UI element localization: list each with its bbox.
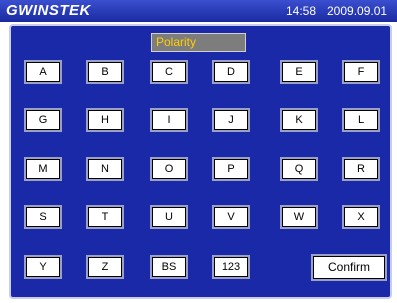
brand-logo: GWINSTEK <box>6 2 91 19</box>
clock-time: 14:58 <box>286 4 317 18</box>
key-y[interactable]: Y <box>26 257 60 277</box>
key-z[interactable]: Z <box>88 257 122 277</box>
key-m[interactable]: M <box>26 159 60 179</box>
key-c[interactable]: C <box>152 62 186 82</box>
key-e[interactable]: E <box>282 62 316 82</box>
key-bs[interactable]: BS <box>152 257 186 277</box>
key-o[interactable]: O <box>152 159 186 179</box>
key-u[interactable]: U <box>152 207 186 227</box>
title-bar: GWINSTEK 14:58 2009.09.01 <box>0 0 397 22</box>
key-h[interactable]: H <box>88 110 122 130</box>
key-q[interactable]: Q <box>282 159 316 179</box>
key-g[interactable]: G <box>26 110 60 130</box>
key-f[interactable]: F <box>344 62 378 82</box>
key-j[interactable]: J <box>214 110 248 130</box>
key-l[interactable]: L <box>344 110 378 130</box>
key-d[interactable]: D <box>214 62 248 82</box>
key-123[interactable]: 123 <box>214 257 248 277</box>
confirm-button[interactable]: Confirm <box>313 256 385 279</box>
key-i[interactable]: I <box>152 110 186 130</box>
text-input-field[interactable]: Polarity <box>151 33 246 52</box>
key-w[interactable]: W <box>282 207 316 227</box>
key-x[interactable]: X <box>344 207 378 227</box>
key-n[interactable]: N <box>88 159 122 179</box>
key-p[interactable]: P <box>214 159 248 179</box>
key-r[interactable]: R <box>344 159 378 179</box>
key-b[interactable]: B <box>88 62 122 82</box>
key-k[interactable]: K <box>282 110 316 130</box>
key-t[interactable]: T <box>88 207 122 227</box>
clock-date: 2009.09.01 <box>327 4 388 18</box>
key-s[interactable]: S <box>26 207 60 227</box>
key-v[interactable]: V <box>214 207 248 227</box>
key-a[interactable]: A <box>26 62 60 82</box>
